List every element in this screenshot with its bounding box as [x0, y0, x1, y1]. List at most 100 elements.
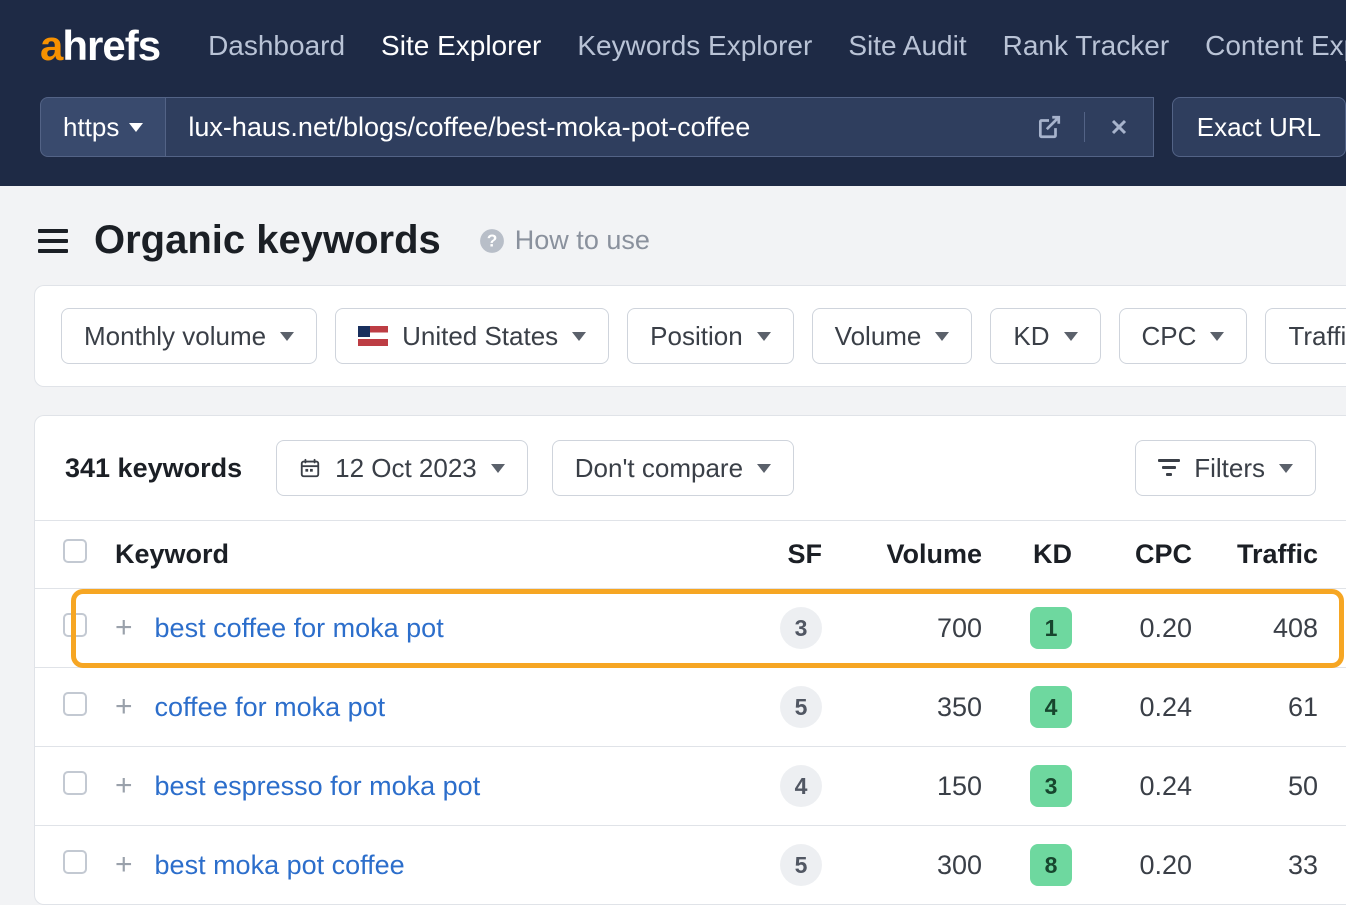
compare-dropdown[interactable]: Don't compare	[552, 440, 794, 496]
col-keyword[interactable]: Keyword	[101, 521, 746, 589]
kd-badge: 1	[1030, 607, 1072, 649]
traffic-cell: 61	[1206, 668, 1346, 747]
table-row: +best moka pot coffee530080.2033	[35, 826, 1346, 905]
table-row: +coffee for moka pot535040.2461	[35, 668, 1346, 747]
help-icon: ?	[479, 228, 505, 254]
table-row: +best espresso for moka pot415030.2450	[35, 747, 1346, 826]
table-row: + best coffee for moka pot 3 700 1 0.20408	[35, 589, 1346, 668]
expand-icon[interactable]: +	[115, 769, 133, 803]
col-kd[interactable]: KD	[996, 521, 1086, 589]
logo[interactable]: ahrefs	[40, 22, 160, 70]
col-traffic[interactable]: Traffic	[1206, 521, 1346, 589]
calendar-icon	[299, 457, 321, 479]
kd-label: KD	[1013, 321, 1049, 352]
svg-text:?: ?	[487, 230, 498, 250]
sf-badge: 3	[780, 607, 822, 649]
date-picker[interactable]: 12 Oct 2023	[276, 440, 528, 496]
keyword-link[interactable]: best moka pot coffee	[155, 850, 405, 881]
traffic-cell: 33	[1206, 826, 1346, 905]
cpc-filter[interactable]: CPC	[1119, 308, 1248, 364]
filters-bar: Monthly volume United States Position Vo…	[34, 285, 1346, 387]
filters-button[interactable]: Filters	[1135, 440, 1316, 496]
how-to-use-label: How to use	[515, 225, 650, 256]
separator	[1084, 112, 1085, 142]
sf-badge: 4	[780, 765, 822, 807]
nav-item-dashboard[interactable]: Dashboard	[208, 30, 345, 62]
url-input[interactable]: lux-haus.net/blogs/coffee/best-moka-pot-…	[166, 97, 1153, 157]
nav-item-rank-tracker[interactable]: Rank Tracker	[1003, 30, 1170, 62]
keyword-link[interactable]: best espresso for moka pot	[155, 771, 481, 802]
row-checkbox[interactable]	[63, 850, 87, 874]
keyword-link[interactable]: coffee for moka pot	[155, 692, 386, 723]
chevron-down-icon	[572, 332, 586, 341]
keyword-count: 341 keywords	[65, 453, 242, 484]
select-all-checkbox[interactable]	[63, 539, 87, 563]
hamburger-icon[interactable]	[38, 229, 68, 253]
keywords-table: Keyword SF Volume KD CPC Traffic + best c…	[35, 520, 1346, 904]
chevron-down-icon	[757, 332, 771, 341]
cpc-cell: 0.20	[1086, 589, 1206, 668]
traffic-label: Traffic	[1288, 321, 1346, 352]
table-header-row: Keyword SF Volume KD CPC Traffic	[35, 521, 1346, 589]
volume-label: Volume	[835, 321, 922, 352]
protocol-label: https	[63, 112, 119, 143]
col-sf[interactable]: SF	[746, 521, 836, 589]
traffic-cell: 50	[1206, 747, 1346, 826]
volume-cell: 300	[836, 826, 996, 905]
volume-cell: 350	[836, 668, 996, 747]
exact-url-dropdown[interactable]: Exact URL	[1172, 97, 1346, 157]
compare-label: Don't compare	[575, 453, 743, 484]
chevron-down-icon	[491, 464, 505, 473]
url-text: lux-haus.net/blogs/coffee/best-moka-pot-…	[188, 112, 750, 143]
chevron-down-icon	[129, 123, 143, 132]
country-filter[interactable]: United States	[335, 308, 609, 364]
kd-badge: 3	[1030, 765, 1072, 807]
volume-filter[interactable]: Volume	[812, 308, 973, 364]
cpc-cell: 0.24	[1086, 668, 1206, 747]
chevron-down-icon	[280, 332, 294, 341]
volume-cell: 700	[836, 589, 996, 668]
nav-item-site-audit[interactable]: Site Audit	[848, 30, 966, 62]
top-nav: ahrefs Dashboard Site Explorer Keywords Ex…	[0, 0, 1346, 92]
cpc-cell: 0.20	[1086, 826, 1206, 905]
nav-item-site-explorer[interactable]: Site Explorer	[381, 30, 541, 62]
traffic-filter[interactable]: Traffic	[1265, 308, 1346, 364]
sf-badge: 5	[780, 686, 822, 728]
kd-filter[interactable]: KD	[990, 308, 1100, 364]
chevron-down-icon	[757, 464, 771, 473]
keyword-link[interactable]: best coffee for moka pot	[155, 613, 444, 644]
page-header: Organic keywords ? How to use	[0, 186, 1346, 285]
date-label: 12 Oct 2023	[335, 453, 477, 484]
protocol-dropdown[interactable]: https	[40, 97, 166, 157]
exact-url-label: Exact URL	[1197, 112, 1321, 143]
row-checkbox[interactable]	[63, 613, 87, 637]
sf-badge: 5	[780, 844, 822, 886]
keywords-table-card: 341 keywords 12 Oct 2023 Don't compare F…	[34, 415, 1346, 905]
monthly-volume-filter[interactable]: Monthly volume	[61, 308, 317, 364]
url-actions	[1036, 112, 1131, 142]
filters-label: Filters	[1194, 453, 1265, 484]
expand-icon[interactable]: +	[115, 611, 133, 645]
nav-items: Dashboard Site Explorer Keywords Explorer S…	[208, 30, 1346, 62]
position-label: Position	[650, 321, 743, 352]
position-filter[interactable]: Position	[627, 308, 794, 364]
close-icon[interactable]	[1107, 115, 1131, 139]
external-link-icon[interactable]	[1036, 114, 1062, 140]
page-title: Organic keywords	[94, 218, 441, 263]
table-toolbar: 341 keywords 12 Oct 2023 Don't compare F…	[35, 416, 1346, 520]
chevron-down-icon	[935, 332, 949, 341]
expand-icon[interactable]: +	[115, 690, 133, 724]
filter-icon	[1158, 459, 1180, 477]
cpc-label: CPC	[1142, 321, 1197, 352]
col-cpc[interactable]: CPC	[1086, 521, 1206, 589]
expand-icon[interactable]: +	[115, 848, 133, 882]
row-checkbox[interactable]	[63, 771, 87, 795]
url-bar: https lux-haus.net/blogs/coffee/best-mok…	[0, 92, 1346, 186]
volume-cell: 150	[836, 747, 996, 826]
nav-item-keywords-explorer[interactable]: Keywords Explorer	[577, 30, 812, 62]
row-checkbox[interactable]	[63, 692, 87, 716]
col-volume[interactable]: Volume	[836, 521, 996, 589]
nav-item-content-explorer[interactable]: Content Explorer	[1205, 30, 1346, 62]
how-to-use-link[interactable]: ? How to use	[479, 225, 650, 256]
traffic-cell: 408	[1206, 589, 1346, 668]
